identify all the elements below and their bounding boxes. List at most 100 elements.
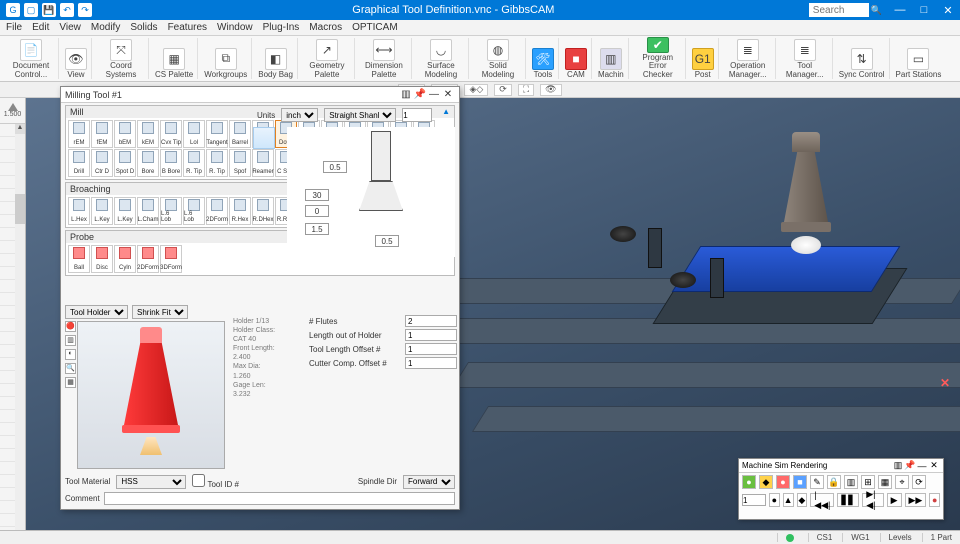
status-wg[interactable]: WG1 bbox=[842, 533, 869, 542]
tool-type-ctrd[interactable]: Ctr D bbox=[91, 149, 113, 177]
tool-type-tangent[interactable]: Tangent bbox=[206, 120, 228, 148]
side-icon[interactable]: ▦ bbox=[65, 377, 76, 388]
menu-window[interactable]: Window bbox=[217, 22, 253, 33]
ribbon-body-bag[interactable]: ◧Body Bag bbox=[254, 38, 298, 79]
ribbon-tool-manager-[interactable]: ≣Tool Manager... bbox=[778, 38, 833, 79]
sim-icon[interactable]: ◆ bbox=[759, 475, 773, 489]
tool-type-lkey[interactable]: L.Key bbox=[91, 197, 113, 225]
sim-tile-icon[interactable]: ▥ bbox=[892, 460, 904, 471]
qat-save-icon[interactable]: 💾 bbox=[42, 3, 56, 17]
util-chip[interactable]: 👁 bbox=[540, 84, 561, 96]
menu-macros[interactable]: Macros bbox=[309, 22, 342, 33]
qat-redo-icon[interactable]: ↷ bbox=[78, 3, 92, 17]
tool-type-lcham[interactable]: L.Cham bbox=[137, 197, 159, 225]
ribbon-document-control-[interactable]: 📄Document Control... bbox=[4, 38, 59, 79]
sim-icon[interactable]: 🔒 bbox=[827, 475, 841, 489]
tool-type-lkey[interactable]: L.Key bbox=[114, 197, 136, 225]
param-input[interactable] bbox=[405, 343, 457, 355]
side-icon[interactable]: 🔴 bbox=[65, 321, 76, 332]
ribbon-workgroups[interactable]: ⧉Workgroups bbox=[200, 38, 252, 79]
util-chip[interactable]: ⛶ bbox=[518, 84, 534, 96]
ribbon-sync-control[interactable]: ⇅Sync Control bbox=[835, 38, 890, 79]
qat-new-icon[interactable]: ▢ bbox=[24, 3, 38, 17]
sim-icon[interactable]: ▦ bbox=[878, 475, 892, 489]
close-button[interactable]: ✕ bbox=[936, 4, 960, 17]
sim-icon[interactable]: ▥ bbox=[844, 475, 858, 489]
dialog-pin-icon[interactable]: 📌 bbox=[413, 89, 427, 100]
sim-icon[interactable]: ■ bbox=[793, 475, 807, 489]
scroll-thumb[interactable] bbox=[15, 194, 25, 224]
sim-record-icon[interactable]: ● bbox=[929, 493, 940, 507]
tool-type-rtip[interactable]: R. Tip bbox=[206, 149, 228, 177]
sim-icon[interactable]: ● bbox=[742, 475, 756, 489]
tool-type-lhex[interactable]: L.Hex bbox=[68, 197, 90, 225]
menu-view[interactable]: View bbox=[59, 22, 81, 33]
tool-type-cvxtip[interactable]: Cvx Tip bbox=[160, 120, 182, 148]
dim-input[interactable]: 0.5 bbox=[323, 161, 347, 173]
tool-type-drill[interactable]: Drill bbox=[68, 149, 90, 177]
ribbon-operation-manager-[interactable]: ≣Operation Manager... bbox=[721, 38, 776, 79]
ribbon-cam[interactable]: ■CAM bbox=[561, 38, 592, 79]
shank-width-input[interactable] bbox=[402, 108, 432, 122]
menu-plugins[interactable]: Plug-Ins bbox=[263, 22, 300, 33]
spindle-select[interactable]: Forward bbox=[403, 475, 455, 489]
dim-input[interactable]: 1.5 bbox=[305, 223, 329, 235]
tool-type-bore[interactable]: Bore bbox=[137, 149, 159, 177]
comment-input[interactable] bbox=[104, 492, 455, 505]
tool-type-barrel[interactable]: Barrel bbox=[229, 120, 251, 148]
collapse-icon[interactable]: ▲ bbox=[442, 107, 450, 117]
param-input[interactable] bbox=[405, 357, 457, 369]
ruler-scrollbar[interactable]: ▲ bbox=[15, 124, 25, 530]
sim-min-icon[interactable]: — bbox=[916, 461, 928, 471]
sim-rewind-button[interactable]: |◀◀| bbox=[810, 493, 834, 507]
dim-input[interactable]: 0.5 bbox=[375, 235, 399, 247]
ribbon-dimension-palette[interactable]: ⟷Dimension Palette bbox=[357, 38, 412, 79]
minimize-button[interactable]: — bbox=[888, 4, 912, 17]
scroll-up-icon[interactable]: ▲ bbox=[15, 124, 25, 134]
tool-type-l6lob[interactable]: L.6 Lob bbox=[160, 197, 182, 225]
tool-type-lol[interactable]: Lol bbox=[183, 120, 205, 148]
util-chip[interactable]: ⟳ bbox=[494, 84, 512, 96]
holder-preview[interactable] bbox=[77, 321, 225, 469]
tool-type-ball[interactable]: Ball bbox=[68, 245, 90, 273]
sim-shape-icon[interactable]: ▲ bbox=[783, 493, 794, 507]
tool-type-spof[interactable]: Spof bbox=[229, 149, 251, 177]
tool-type-bem[interactable]: bEM bbox=[114, 120, 136, 148]
search-icon[interactable]: 🔍 bbox=[871, 5, 882, 16]
tool-type-3dform[interactable]: 3DForm bbox=[160, 245, 182, 273]
sim-icon[interactable]: ⟳ bbox=[912, 475, 926, 489]
tool-type-rhex[interactable]: R.Hex bbox=[229, 197, 251, 225]
tool-type-spotd[interactable]: Spot D bbox=[114, 149, 136, 177]
ribbon-surface-modeling[interactable]: ◡Surface Modeling bbox=[414, 38, 469, 79]
sim-icon[interactable]: ✎ bbox=[810, 475, 824, 489]
sim-pin-icon[interactable]: 📌 bbox=[904, 460, 916, 471]
sim-icon[interactable]: ● bbox=[776, 475, 790, 489]
tool-type-disc[interactable]: Disc bbox=[91, 245, 113, 273]
tool-type-rtip[interactable]: R. Tip bbox=[183, 149, 205, 177]
sim-step-button[interactable]: ▶|◀| bbox=[862, 493, 883, 507]
param-input[interactable] bbox=[405, 315, 457, 327]
sim-titlebar[interactable]: Machine Sim Rendering ▥ 📌 — ✕ bbox=[739, 459, 943, 473]
menu-solids[interactable]: Solids bbox=[130, 22, 157, 33]
holder-fit-select[interactable]: Shrink Fit bbox=[132, 305, 188, 319]
ribbon-program-error-checker[interactable]: ✔Program Error Checker bbox=[631, 38, 686, 79]
tool-type-2dform[interactable]: 2DForm bbox=[206, 197, 228, 225]
ribbon-machin[interactable]: ▥Machin bbox=[594, 38, 629, 79]
sim-pause-button[interactable]: ▋▋ bbox=[837, 493, 859, 507]
sim-close-icon[interactable]: ✕ bbox=[928, 460, 940, 471]
tool-type-reamer[interactable]: Reamer bbox=[252, 149, 274, 177]
search-input[interactable] bbox=[809, 3, 869, 17]
sim-ff-button[interactable]: ▶▶ bbox=[905, 493, 927, 507]
tool-type-rdhex[interactable]: R.DHex bbox=[252, 197, 274, 225]
sim-icon[interactable]: ⌖ bbox=[895, 475, 909, 489]
side-icon[interactable]: 🔍 bbox=[65, 363, 76, 374]
holder-mode-select[interactable]: Tool Holder bbox=[65, 305, 128, 319]
tool-type-bbore[interactable]: B Bore bbox=[160, 149, 182, 177]
toolid-checkbox[interactable]: Tool ID # bbox=[192, 474, 239, 489]
sim-shape-icon[interactable]: ◆ bbox=[797, 493, 808, 507]
ribbon-post[interactable]: G1Post bbox=[688, 38, 719, 79]
side-icon[interactable]: ◐ bbox=[65, 349, 76, 360]
qat-app-icon[interactable]: G bbox=[6, 3, 20, 17]
shank-select[interactable]: Straight Shank bbox=[324, 108, 396, 122]
menu-modify[interactable]: Modify bbox=[91, 22, 120, 33]
